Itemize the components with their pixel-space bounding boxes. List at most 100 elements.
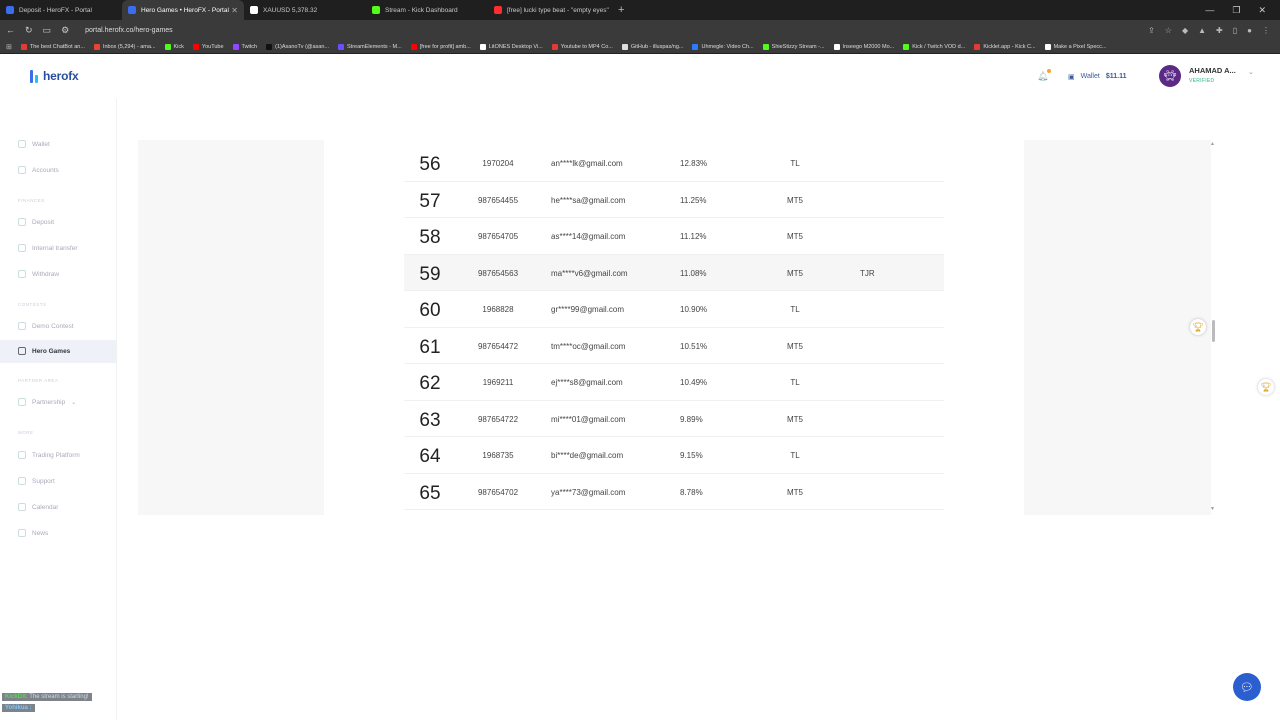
sidebar-item-trading-platform[interactable]: Trading Platform (18, 451, 80, 459)
sidebar-item-calendar[interactable]: Calendar (18, 503, 58, 511)
table-row[interactable]: 63 987654722 mi****01@gmail.com 9.89% MT5 (404, 401, 944, 437)
bookmark-item[interactable]: Uhmegle: Video Ch... (692, 43, 754, 50)
bookmark-item[interactable]: Inbox (5,294) - ama... (93, 43, 156, 50)
close-window-icon[interactable]: ✕ (1258, 5, 1266, 16)
bookmark-item[interactable]: [free for profit] amb... (410, 43, 471, 50)
sidebar-item-internal-transfer[interactable]: Internal transfer (18, 244, 78, 252)
bookmark-favicon-icon (762, 43, 769, 50)
star-icon[interactable]: ☆ (1165, 26, 1172, 35)
table-row[interactable]: 57 987654455 he****sa@gmail.com 11.25% MT5 (404, 182, 944, 218)
bookmark-item[interactable]: StreamElements - M... (338, 43, 402, 50)
close-tab-icon[interactable]: ✕ (231, 6, 238, 15)
bookmark-item[interactable]: Youtube to MP4 Co... (551, 43, 613, 50)
herofx-logo[interactable]: herofx (30, 69, 79, 83)
percentage-cell: 10.49% (680, 378, 708, 387)
table-row[interactable]: 58 987654705 as****14@gmail.com 11.12% MT5 (404, 218, 944, 255)
percentage-cell: 10.51% (680, 341, 708, 351)
user-menu[interactable]: AHAMAD A... VERIFIED (1189, 66, 1236, 84)
percentage-cell: 11.12% (680, 232, 707, 241)
bookmark-label: Kicklet.app - Kick C... (983, 43, 1036, 50)
table-row[interactable]: 59 987654563 ma****v6@gmail.com 11.08% MT5 TJ… (404, 254, 944, 291)
browser-tab[interactable]: XAUUSD 5,378.32 (244, 0, 366, 20)
extension-icon[interactable]: ◆ (1182, 26, 1188, 35)
browser-tab[interactable]: Deposit - HeroFX - Portal (0, 0, 122, 20)
bookmark-item[interactable]: The best ChatBot an... (20, 43, 85, 50)
platform-cell: TL (790, 305, 800, 314)
trophy-icon[interactable]: 🏆︎ (1190, 319, 1206, 335)
bookmark-item[interactable]: GitHub - illuspas/ng... (621, 43, 683, 50)
apps-icon[interactable]: ⊞ (6, 43, 12, 51)
bookmark-item[interactable]: Kick (164, 43, 184, 50)
transfer-icon (18, 244, 26, 252)
bookmark-item[interactable]: Kicklet.app - Kick C... (974, 43, 1036, 50)
maximize-icon[interactable]: ❐ (1232, 5, 1240, 16)
sidebar-item-label: Internal transfer (32, 244, 78, 252)
sidebar-item-support[interactable]: Support (18, 477, 55, 485)
bookmark-item[interactable]: LitONES Desktop Vi... (479, 43, 543, 50)
scroll-up-icon[interactable]: ▲ (1210, 141, 1215, 147)
sidebar-item-label: Partnership (32, 398, 66, 406)
sidebar-item-hero-games[interactable]: Hero Games (18, 347, 70, 355)
sidebar-item-demo-contest[interactable]: Demo Contest (18, 322, 74, 330)
browser-tab[interactable]: Hero Games • HeroFX - Portal ✕ (122, 0, 244, 20)
bookmark-page-icon[interactable]: ▭ (43, 25, 52, 36)
avatar[interactable]: 👾︎ (1159, 65, 1181, 87)
browser-tab[interactable]: Stream - Kick Dashboard (366, 0, 488, 20)
bookmark-item[interactable]: YouTube (192, 43, 224, 50)
table-row[interactable]: 60 1968828 gr****99@gmail.com 10.90% TL (404, 291, 944, 328)
puzzle-icon[interactable]: ✚ (1216, 26, 1223, 35)
browser-tab[interactable]: [free] lucki type beat - "empty eyes" (488, 0, 610, 20)
platform-cell: MT5 (787, 487, 803, 497)
address-bar: ← ↻ ▭ ⚙ portal.herofx.co/hero-games ⇪ ☆ … (0, 20, 1280, 40)
sidebar-item-news[interactable]: News (18, 529, 48, 537)
sidebar-item-wallet[interactable]: Wallet (18, 140, 50, 148)
sidebar-item-partnership[interactable]: Partnership ⌄ (18, 398, 76, 406)
url-field[interactable]: portal.herofx.co/hero-games (85, 27, 173, 34)
table-row[interactable]: 64 1968735 bi****de@gmail.com 9.15% TL (404, 437, 944, 474)
bookmark-item[interactable]: (1)AsanoTv (@asan... (266, 43, 329, 50)
trophy-icon (18, 347, 26, 355)
new-tab-icon[interactable]: + (610, 4, 632, 16)
platform-cell: MT5 (787, 232, 803, 241)
leaderboard-scrollbar[interactable] (1212, 140, 1216, 515)
table-row[interactable]: 61 987654472 tm****oc@gmail.com 10.51% MT5 (404, 328, 944, 364)
bookmark-item[interactable]: Inseego M2000 Mo... (833, 43, 895, 50)
chat-icon: 💬︎ (1240, 681, 1254, 694)
bookmark-item[interactable]: Kick / Twitch VOD d... (903, 43, 965, 50)
back-icon[interactable]: ← (6, 25, 15, 35)
table-row[interactable]: 56 1970204 an****lk@gmail.com 12.83% TL (404, 145, 944, 182)
menu-icon[interactable]: ⋮ (1262, 26, 1270, 35)
chevron-down-icon: ⌄ (71, 399, 77, 406)
site-info-icon[interactable]: ⚙ (61, 25, 69, 36)
bookmark-item[interactable]: ShieStizzy Stream -... (762, 43, 825, 50)
reload-icon[interactable]: ↻ (25, 25, 33, 36)
profile-icon[interactable]: ● (1247, 26, 1252, 35)
minimize-icon[interactable]: — (1205, 5, 1214, 15)
sidebar-item-label: Hero Games (32, 347, 71, 355)
chat-support-button[interactable]: 💬︎ (1233, 673, 1261, 701)
bookmark-favicon-icon (192, 43, 199, 50)
chat-username: Yohikua : (5, 705, 32, 711)
bookmark-item[interactable]: Make a Pixel Specc... (1044, 43, 1106, 50)
bookmark-favicon-icon (93, 43, 100, 50)
table-row[interactable]: 65 987654702 ya****73@gmail.com 8.78% MT5 (404, 474, 944, 510)
sidebar-item-accounts[interactable]: Accounts (18, 166, 59, 174)
trophy-icon[interactable]: 🏆︎ (1258, 379, 1274, 395)
bookmark-favicon-icon (551, 43, 558, 50)
email-cell: as****14@gmail.com (551, 232, 626, 241)
rank-cell: 56 (419, 154, 441, 175)
scrollbar-thumb[interactable] (1212, 320, 1215, 342)
bookmark-item[interactable]: Twitch (232, 43, 257, 50)
scroll-down-icon[interactable]: ▼ (1210, 506, 1215, 512)
extension-icon[interactable]: ▲ (1198, 26, 1206, 35)
sidebar-item-deposit[interactable]: Deposit (18, 218, 54, 226)
bookmark-label: Inseego M2000 Mo... (842, 43, 895, 50)
share-icon[interactable]: ⇪ (1148, 26, 1155, 35)
bookmark-label: LitONES Desktop Vi... (488, 43, 543, 50)
chevron-down-icon[interactable]: ⌄ (1248, 68, 1254, 76)
table-row[interactable]: 62 1969211 ej****s8@gmail.com 10.49% TL (404, 364, 944, 401)
sidebar-item-withdraw[interactable]: Withdraw (18, 270, 59, 278)
wallet-button[interactable]: ▣ Wallet $11.11 (1064, 69, 1130, 84)
partnership-icon (18, 398, 26, 406)
sidebar-icon[interactable]: ▯ (1233, 26, 1237, 35)
